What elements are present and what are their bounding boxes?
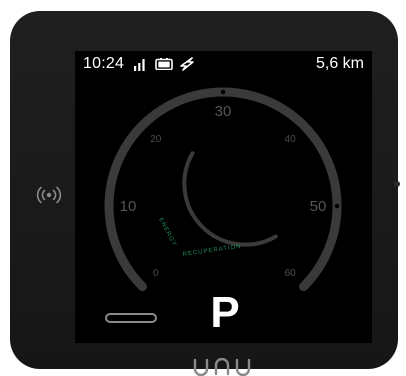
- speed-marker-50: [333, 202, 341, 210]
- nfc-icon: [36, 186, 62, 204]
- recuperation-track: [182, 151, 278, 247]
- recuperation-label: RECUPERATION: [182, 244, 241, 258]
- speed-scale-labels: 0 10 20 30 40 50 60: [120, 103, 327, 279]
- speed-label-50: 50: [310, 198, 327, 215]
- scooter-dashboard: 10:24 5,6 km 0 10 20 30 40 50 60 ENERGY …: [10, 11, 400, 376]
- gear-indicator: P: [210, 288, 240, 337]
- unu-logo: [193, 358, 251, 376]
- speed-label-0: 0: [153, 268, 159, 279]
- speed-track: [104, 87, 342, 292]
- speed-marker-30: [219, 88, 227, 96]
- indicator-pill: [105, 313, 157, 323]
- energy-label: ENERGY: [157, 217, 177, 247]
- speed-label-10: 10: [120, 198, 137, 215]
- speed-label-40: 40: [285, 134, 297, 145]
- speed-label-60: 60: [285, 268, 297, 279]
- speed-label-30: 30: [215, 103, 232, 120]
- dashboard-screen: 10:24 5,6 km 0 10 20 30 40 50 60 ENERGY …: [75, 51, 372, 343]
- side-indicator-dot: [394, 181, 400, 187]
- speed-label-20: 20: [150, 134, 162, 145]
